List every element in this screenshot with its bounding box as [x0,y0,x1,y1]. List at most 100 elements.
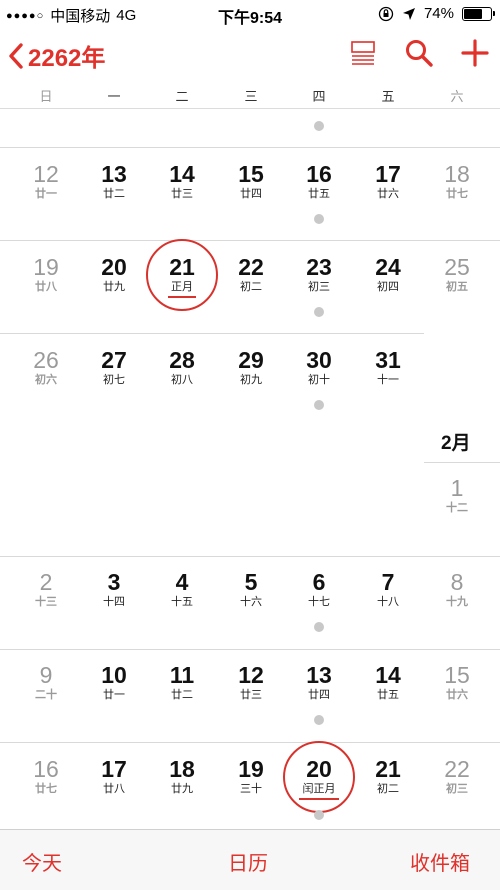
day-number: 15 [444,662,470,688]
day-number: 4 [175,569,189,595]
day-cell[interactable]: 20 廿九 [84,254,144,294]
lunar-date: 廿一 [103,688,125,701]
day-cell[interactable]: 30 初十 [289,347,349,387]
day-cell[interactable]: 21 初二 [358,756,418,796]
lunar-date: 十一 [377,373,399,386]
day-cell[interactable]: 4 十五 [152,569,212,609]
day-number: 25 [444,254,470,280]
status-right: 74% [378,5,495,22]
day-cell[interactable]: 14 廿三 [152,161,212,201]
weekday-thu: 四 [312,90,326,105]
search-icon[interactable] [404,38,434,68]
day-number: 14 [375,662,401,688]
tab-calendars[interactable]: 日历 [228,847,268,876]
day-cell[interactable]: 16 廿七 [16,756,76,796]
row-separator [0,649,500,650]
tab-bar: 今天 日历 收件箱 [0,829,500,890]
day-cell[interactable]: 22 初三 [427,756,487,796]
day-number: 23 [306,254,332,280]
day-cell[interactable]: 3 十四 [84,569,144,609]
add-icon[interactable] [460,38,490,68]
day-cell[interactable]: 26 初六 [16,347,76,387]
day-cell[interactable]: 8 十九 [427,569,487,609]
lunar-date: 初二 [377,782,399,795]
day-cell[interactable]: 13 廿二 [84,161,144,201]
month-label-feb: 2月 [441,433,471,454]
list-view-icon[interactable] [348,38,378,68]
day-cell[interactable]: 12 廿一 [16,161,76,201]
row-separator [424,462,500,463]
day-cell[interactable]: 17 廿八 [84,756,144,796]
day-number: 19 [238,756,264,782]
lunar-date: 二十 [35,688,57,701]
day-cell[interactable]: 28 初八 [152,347,212,387]
day-cell[interactable]: 18 廿七 [427,161,487,201]
lunar-date: 廿九 [103,280,125,293]
day-cell[interactable]: 15 廿四 [221,161,281,201]
day-number: 15 [238,161,264,187]
day-cell[interactable]: 24 初四 [358,254,418,294]
selected-day-circle [283,741,355,813]
tab-inbox[interactable]: 收件箱 [410,847,470,876]
day-cell[interactable]: 23 初三 [289,254,349,294]
day-cell[interactable]: 12 廿三 [221,662,281,702]
lunar-month-start-underline [168,296,196,298]
day-number: 17 [375,161,401,187]
lunar-date: 廿六 [377,187,399,200]
day-cell[interactable]: 9 二十 [16,662,76,702]
day-cell[interactable]: 2 十三 [16,569,76,609]
lunar-date: 廿三 [171,187,193,200]
day-cell[interactable]: 10 廿一 [84,662,144,702]
lunar-date: 廿二 [171,688,193,701]
lunar-date: 三十 [240,782,262,795]
day-cell[interactable]: 5 十六 [221,569,281,609]
lunar-date: 廿六 [446,688,468,701]
day-number: 18 [169,756,195,782]
lunar-date: 廿三 [240,688,262,701]
weekday-tue: 二 [175,90,189,105]
day-cell[interactable]: 6 十七 [289,569,349,609]
event-dot [314,715,324,725]
tab-today[interactable]: 今天 [22,847,62,876]
day-cell[interactable]: 31 十一 [358,347,418,387]
day-number: 29 [238,347,264,373]
weekday-wed: 三 [244,90,258,105]
day-cell[interactable]: 25 初五 [427,254,487,294]
lunar-date: 廿八 [35,280,57,293]
lunar-date: 初八 [171,373,193,386]
day-cell[interactable]: 11 廿二 [152,662,212,702]
back-button[interactable]: 2262年 [8,38,105,73]
day-cell[interactable]: 27 初七 [84,347,144,387]
day-number: 16 [33,756,59,782]
day-number: 9 [39,662,53,688]
lunar-date: 廿二 [103,187,125,200]
day-cell[interactable]: 19 三十 [221,756,281,796]
chevron-left-icon [9,42,23,69]
day-number: 13 [101,161,127,187]
lunar-date: 十五 [171,595,193,608]
day-cell[interactable]: 18 廿九 [152,756,212,796]
day-number: 20 [101,254,127,280]
lunar-date: 初五 [446,280,468,293]
lunar-date: 廿八 [103,782,125,795]
day-number: 17 [101,756,127,782]
day-cell[interactable]: 14 廿五 [358,662,418,702]
event-dot [314,307,324,317]
day-cell[interactable]: 16 廿五 [289,161,349,201]
lunar-date: 十八 [377,595,399,608]
day-number: 3 [107,569,121,595]
lunar-date: 十六 [240,595,262,608]
day-cell[interactable]: 17 廿六 [358,161,418,201]
day-cell[interactable]: 1 十二 [427,475,487,515]
day-cell[interactable]: 7 十八 [358,569,418,609]
lunar-date: 廿四 [308,688,330,701]
weekday-mon: 一 [107,90,121,105]
lunar-date: 十三 [35,595,57,608]
day-number: 16 [306,161,332,187]
day-cell[interactable]: 13 廿四 [289,662,349,702]
day-cell[interactable]: 15 廿六 [427,662,487,702]
day-cell[interactable]: 22 初二 [221,254,281,294]
day-cell[interactable]: 19 廿八 [16,254,76,294]
lunar-date: 初三 [446,782,468,795]
day-cell[interactable]: 29 初九 [221,347,281,387]
